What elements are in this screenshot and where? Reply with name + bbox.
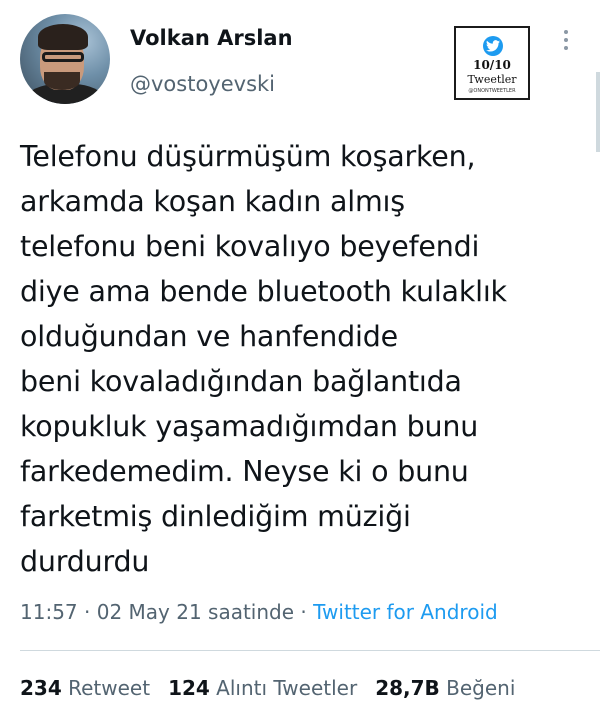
quotes-stat[interactable]: 124 Alıntı Tweetler — [168, 676, 357, 700]
author-avatar[interactable] — [20, 14, 110, 104]
retweets-stat[interactable]: 234 Retweet — [20, 676, 150, 700]
retweets-label: Retweet — [68, 676, 151, 700]
twitter-bird-icon — [483, 36, 503, 56]
meta-separator: · — [294, 600, 314, 624]
tweet-line: diye ama bende bluetooth kulaklık — [20, 275, 507, 308]
tweet-meta: 11:57 · 02 May 21 saatinde · Twitter for… — [20, 600, 498, 624]
rating-badge-logo: 10/10 Tweetler @ONONTWEETLER — [454, 26, 530, 100]
likes-count: 28,7B — [375, 676, 440, 700]
avatar-hair — [38, 24, 88, 50]
author-display-name[interactable]: Volkan Arslan — [130, 26, 293, 50]
tweet-line: kopukluk yaşamadığımdan bunu — [20, 410, 479, 443]
retweets-count: 234 — [20, 676, 62, 700]
tweet-date[interactable]: 02 May 21 saatinde — [97, 600, 294, 624]
tweet-card: Volkan Arslan @vostoyevski 10/10 Tweetle… — [0, 0, 600, 722]
tweet-line: durdurdu — [20, 545, 150, 578]
tweet-line: farkedemedim. Neyse ki o bunu — [20, 455, 469, 488]
quotes-label: Alıntı Tweetler — [216, 676, 358, 700]
meta-separator: · — [77, 600, 97, 624]
tweet-time[interactable]: 11:57 — [20, 600, 78, 624]
tweet-stats: 234 Retweet 124 Alıntı Tweetler 28,7B Beğe… — [20, 676, 515, 700]
more-vertical-icon[interactable] — [558, 30, 574, 56]
tweet-line: arkamda koşan kadın almış — [20, 185, 405, 218]
scroll-edge — [596, 72, 600, 152]
likes-stat[interactable]: 28,7B Beğeni — [375, 676, 515, 700]
author-handle[interactable]: @vostoyevski — [130, 72, 275, 96]
tweet-line: farketmiş dinlediğim müziği — [20, 500, 411, 533]
badge-label: Tweetler — [467, 73, 517, 86]
quotes-count: 124 — [168, 676, 210, 700]
tweet-text: Telefonu düşürmüşüm koşarken, arkamda ko… — [20, 134, 590, 584]
tweet-line: beni kovaladığından bağlantıda — [20, 365, 462, 398]
badge-footer: @ONONTWEETLER — [468, 88, 516, 94]
tweet-line: telefonu beni kovalıyo beyefendi — [20, 230, 480, 263]
avatar-glasses — [42, 52, 84, 62]
tweet-line: olduğundan ve hanfendide — [20, 320, 398, 353]
tweet-line: Telefonu düşürmüşüm koşarken, — [20, 140, 476, 173]
divider — [20, 650, 600, 651]
avatar-beard — [44, 72, 80, 90]
badge-score: 10/10 — [473, 58, 511, 72]
likes-label: Beğeni — [446, 676, 516, 700]
tweet-source-link[interactable]: Twitter for Android — [313, 600, 498, 624]
